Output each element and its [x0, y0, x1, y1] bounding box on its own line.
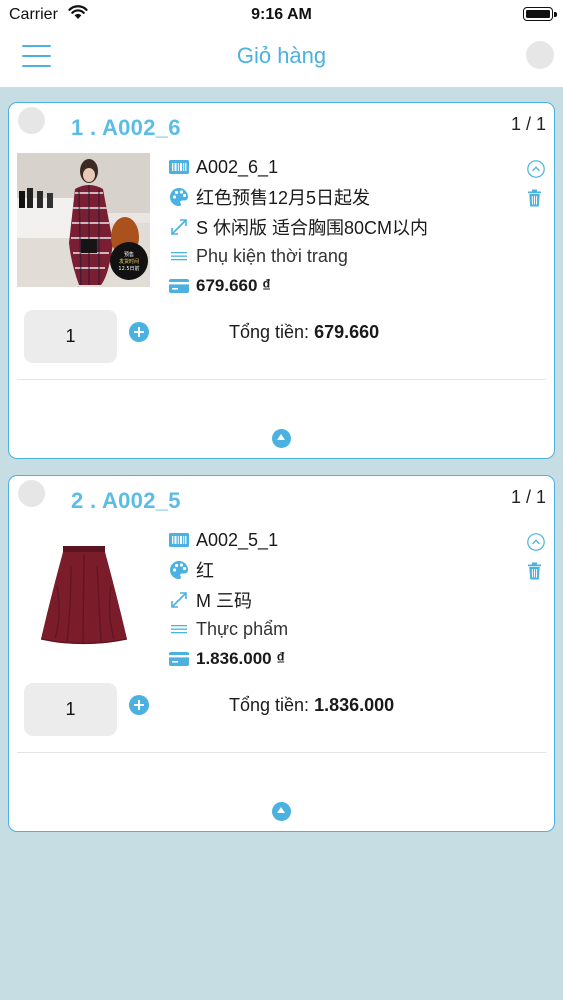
- increase-quantity-icon[interactable]: [129, 695, 149, 715]
- color-text: 红: [196, 561, 214, 581]
- navigation-bar: Giỏ hàng: [0, 30, 563, 87]
- size-row: M 三码: [169, 587, 252, 613]
- sku-text: A002_6_1: [196, 156, 279, 177]
- collapse-card-icon[interactable]: [272, 802, 291, 821]
- divider: [17, 752, 546, 753]
- product-image[interactable]: [17, 526, 150, 660]
- total-label: Tổng tiền:: [229, 695, 315, 715]
- category-text: Thực phẩm: [196, 618, 289, 639]
- collapse-card-icon[interactable]: [272, 429, 291, 448]
- increase-quantity-icon[interactable]: [129, 322, 149, 342]
- trash-icon[interactable]: [527, 562, 542, 580]
- clock: 9:16 AM: [251, 6, 312, 23]
- lines-icon: [169, 246, 189, 266]
- price-text: 679.660 ₫: [196, 276, 271, 295]
- barcode-icon: [169, 530, 189, 550]
- size-text: S 休闲版 适合胸围80CM以内: [196, 218, 429, 238]
- select-item-checkbox[interactable]: [18, 480, 45, 507]
- sku-text: A002_5_1: [196, 529, 279, 550]
- palette-icon: [169, 187, 189, 207]
- chevron-up-circle-icon[interactable]: [527, 533, 545, 551]
- category-row: Phụ kiện thời trang: [169, 243, 348, 269]
- price-row: 679.660 ₫: [169, 273, 271, 299]
- credit-card-icon: [169, 276, 189, 296]
- item-total: Tổng tiền: 1.836.000: [229, 695, 394, 716]
- palette-icon: [169, 560, 189, 580]
- select-item-checkbox[interactable]: [18, 107, 45, 134]
- cart-item-card: 1 . A002_6 1 / 1 预售 发货时间 12.5日前 A002_6_1…: [8, 102, 555, 459]
- svg-text:12.5日前: 12.5日前: [118, 265, 139, 272]
- item-title: 2 . A002_5: [71, 488, 181, 513]
- sku-row: A002_5_1: [169, 527, 278, 553]
- resize-arrows-icon: [169, 217, 189, 237]
- status-bar: Carrier 9:16 AM: [0, 0, 563, 30]
- color-text: 红色预售12月5日起发: [196, 188, 371, 208]
- svg-text:发货时间: 发货时间: [119, 258, 139, 265]
- barcode-icon: [169, 157, 189, 177]
- divider: [17, 379, 546, 380]
- resize-arrows-icon: [169, 590, 189, 610]
- item-count: 1 / 1: [510, 487, 546, 507]
- avatar[interactable]: [526, 41, 554, 69]
- quantity-field[interactable]: 1: [24, 310, 117, 363]
- total-value: 1.836.000: [314, 695, 395, 715]
- chevron-up-circle-icon[interactable]: [527, 160, 545, 178]
- lines-icon: [169, 619, 189, 639]
- total-label: Tổng tiền:: [229, 322, 315, 342]
- total-value: 679.660: [314, 322, 380, 342]
- page-title: Giỏ hàng: [236, 43, 327, 68]
- size-row: S 休闲版 适合胸围80CM以内: [169, 214, 428, 240]
- item-count: 1 / 1: [510, 114, 546, 134]
- sku-row: A002_6_1: [169, 154, 278, 180]
- quantity-field[interactable]: 1: [24, 683, 117, 736]
- item-total: Tổng tiền: 679.660: [229, 322, 379, 343]
- battery-icon: [523, 7, 557, 21]
- color-row: 红: [169, 557, 214, 583]
- item-title: 1 . A002_6: [71, 115, 181, 140]
- category-text: Phụ kiện thời trang: [196, 245, 348, 266]
- product-image[interactable]: 预售 发货时间 12.5日前: [17, 153, 150, 287]
- price-row: 1.836.000 ₫: [169, 646, 285, 672]
- category-row: Thực phẩm: [169, 616, 288, 642]
- svg-text:预售: 预售: [124, 251, 134, 258]
- credit-card-icon: [169, 649, 189, 669]
- trash-icon[interactable]: [527, 189, 542, 207]
- color-row: 红色预售12月5日起发: [169, 184, 370, 210]
- price-text: 1.836.000 ₫: [196, 649, 286, 668]
- cart-item-card: 2 . A002_5 1 / 1 A002_5_1 红 M 三码 Thực ph…: [8, 475, 555, 832]
- size-text: M 三码: [196, 591, 252, 611]
